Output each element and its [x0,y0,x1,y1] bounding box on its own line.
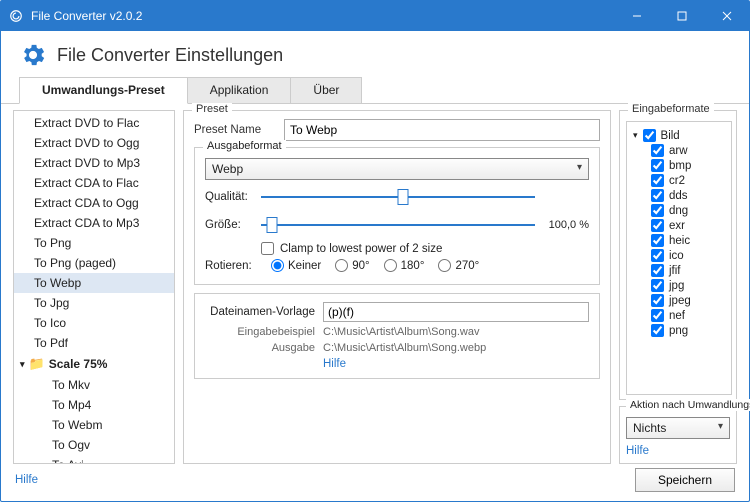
chevron-down-icon: ▾ [20,359,25,370]
page-header: File Converter Einstellungen [1,31,749,77]
size-slider[interactable] [261,214,535,236]
preset-name-label: Preset Name [194,124,276,136]
preset-item[interactable]: To Ogv [14,435,174,455]
rotate-90[interactable]: 90° [335,259,369,272]
preset-list[interactable]: Extract DVD to FlacExtract DVD to OggExt… [13,110,175,464]
preset-item[interactable]: To Avi [14,455,174,464]
size-value: 100,0 % [541,219,589,231]
input-format-item[interactable]: nef [633,308,725,323]
preset-item[interactable]: To Mp4 [14,395,174,415]
output-format-select[interactable]: Webp [205,158,589,180]
input-formats-legend: Eingabeformate [628,103,714,115]
preset-legend: Preset [192,103,232,115]
input-format-item[interactable]: dng [633,203,725,218]
preset-item[interactable]: Extract CDA to Ogg [14,193,174,213]
close-button[interactable] [704,1,749,31]
input-format-item[interactable]: bmp [633,158,725,173]
template-input[interactable] [323,302,589,322]
window-title: File Converter v2.0.2 [31,9,614,23]
preset-panel: Preset Preset Name Ausgabeformat Webp Qu… [183,110,611,464]
maximize-button[interactable] [659,1,704,31]
gear-icon [19,41,47,69]
preset-item[interactable]: To Webp [14,273,174,293]
rotate-180[interactable]: 180° [384,259,425,272]
size-label: Größe: [205,219,255,231]
preset-item[interactable]: Extract CDA to Mp3 [14,213,174,233]
input-format-item[interactable]: jpg [633,278,725,293]
preset-item[interactable]: To Webm [14,415,174,435]
footer-help-link[interactable]: Hilfe [15,474,38,486]
rotate-label: Rotieren: [205,260,257,272]
post-action-group: Aktion nach Umwandlungsschlus Nichts Hil… [619,406,737,464]
input-format-category[interactable]: ▾ Bild [633,128,725,143]
quality-slider[interactable] [261,186,535,208]
example-label: Eingabebeispiel [205,326,315,338]
preset-item[interactable]: To Png [14,233,174,253]
preset-item[interactable]: Extract DVD to Mp3 [14,153,174,173]
preset-folder[interactable]: ▾📁Scale 75% [14,353,174,375]
input-format-item[interactable]: jpeg [633,293,725,308]
tab-application[interactable]: Applikation [187,77,292,103]
filename-template-group: Dateinamen-Vorlage Eingabebeispiel C:\Mu… [194,293,600,379]
input-formats-list[interactable]: ▾ Bild arw bmp cr2 dds dng exr heic ico … [626,121,732,395]
tab-presets[interactable]: Umwandlungs-Preset [19,77,188,104]
template-help-link[interactable]: Hilfe [323,358,346,370]
page-title: File Converter Einstellungen [57,45,283,66]
input-format-item[interactable]: heic [633,233,725,248]
example-value: C:\Music\Artist\Album\Song.wav [323,326,589,338]
input-format-item[interactable]: arw [633,143,725,158]
preset-name-input[interactable] [284,119,600,141]
output-format-group: Ausgabeformat Webp Qualität: Größe: [194,147,600,285]
output-format-legend: Ausgabeformat [203,140,286,152]
rotate-270[interactable]: 270° [438,259,479,272]
preset-item[interactable]: Extract CDA to Flac [14,173,174,193]
preset-item[interactable]: To Pdf [14,333,174,353]
input-format-item[interactable]: exr [633,218,725,233]
input-format-item[interactable]: cr2 [633,173,725,188]
post-action-select[interactable]: Nichts [626,417,730,439]
preset-item[interactable]: To Png (paged) [14,253,174,273]
save-button[interactable]: Speichern [635,468,735,492]
preset-item[interactable]: Extract DVD to Flac [14,113,174,133]
app-icon [9,9,23,23]
preset-item[interactable]: Extract DVD to Ogg [14,133,174,153]
input-formats-group: Eingabeformate ▾ Bild arw bmp cr2 dds dn… [619,110,737,400]
post-action-legend: Aktion nach Umwandlungsschlus [626,399,750,411]
quality-label: Qualität: [205,191,255,203]
preset-item[interactable]: To Ico [14,313,174,333]
input-format-item[interactable]: png [633,323,725,338]
input-format-item[interactable]: ico [633,248,725,263]
clamp-checkbox[interactable]: Clamp to lowest power of 2 size [261,242,589,255]
preset-item[interactable]: To Mkv [14,375,174,395]
tab-bar: Umwandlungs-Preset Applikation Über [1,77,749,104]
rotate-none[interactable]: Keiner [271,259,321,272]
tab-about[interactable]: Über [290,77,362,103]
output-example-value: C:\Music\Artist\Album\Song.webp [323,342,589,354]
minimize-button[interactable] [614,1,659,31]
title-bar: File Converter v2.0.2 [1,1,749,31]
preset-item[interactable]: To Jpg [14,293,174,313]
template-label: Dateinamen-Vorlage [205,306,315,318]
input-format-item[interactable]: dds [633,188,725,203]
folder-icon: 📁 [29,356,45,372]
rotate-group: Rotieren: Keiner 90° 180° 270° [205,259,589,272]
input-format-item[interactable]: jfif [633,263,725,278]
output-example-label: Ausgabe [205,342,315,354]
post-action-help-link[interactable]: Hilfe [626,445,649,457]
